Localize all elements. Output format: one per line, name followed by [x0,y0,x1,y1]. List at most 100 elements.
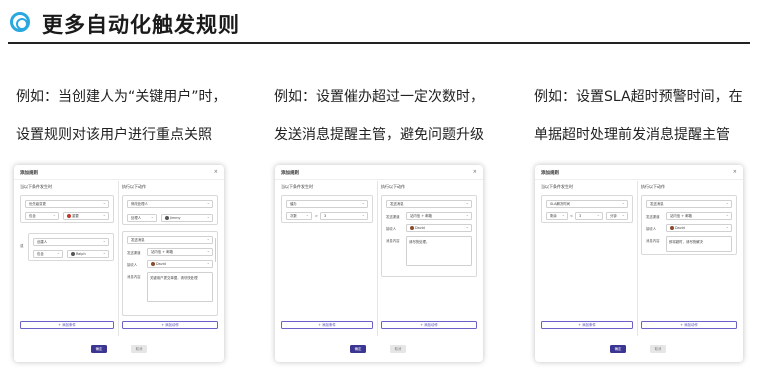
example-line: 单据超时处理前发消息提醒主管 [534,127,730,143]
example-line: 例如：当创建人为“关键用户”时， [16,89,227,105]
comparator: > [315,214,318,218]
cancel-button[interactable]: 取消 [390,345,406,353]
action-type-select[interactable]: 发送消息 [386,199,472,208]
condition-box: 优先级变更 包含 重要 [20,195,114,223]
example-text-3: 例如：设置SLA超时预警时间，在 单据超时处理前发消息提醒主管 [534,78,743,154]
example-line: 例如：设置SLA超时预警时间，在 [534,89,743,105]
add-action-button[interactable]: + 添加动作 [381,321,477,329]
divider [275,179,483,180]
action-type-select[interactable]: 发送消息 [646,199,732,208]
action-type-select[interactable]: 发送消息 [127,235,213,244]
condition-value-label: Ralph [76,252,86,256]
actions-label: 执行以下动作 [381,184,405,189]
add-action-button[interactable]: + 添加动作 [641,321,737,329]
condition-value-input[interactable]: 3 [575,211,603,220]
confirm-button[interactable]: 确定 [91,345,107,353]
header-divider [8,42,750,44]
add-condition-button[interactable]: + 添加条件 [20,321,114,329]
channel-label: 发送渠道 [127,251,141,255]
action-value-select[interactable]: Jimmy [161,213,213,222]
confirm-button[interactable]: 确定 [610,345,626,353]
condition-operator-select[interactable]: 包含 [33,249,63,258]
channel-select[interactable]: 站内信 + 邮箱 [666,211,732,220]
condition-operator-select[interactable]: 剩余 [546,211,568,220]
action-field-select[interactable]: 处理人 [127,213,157,222]
condition-operator-select[interactable]: 包含 [25,211,59,220]
message-content-textarea[interactable]: 关键用户提交单据，请尽快处理 [147,272,213,302]
cancel-button[interactable]: 取消 [650,345,666,353]
action-box: 发送消息 发送渠道 站内信 + 邮箱 接收人 David 消息内容 请尽快处理。 [381,195,477,277]
recipient-value: David [415,226,425,230]
divider [14,179,224,180]
example-line: 发送消息提醒主管，避免问题升级 [274,127,484,143]
rule-dialog-1: 添加规则 × 当以下条件发生时 执行以下动作 优先级变更 包含 重要 或 创建人… [14,165,224,362]
add-condition-button[interactable]: + 添加条件 [541,321,633,329]
circle-logo-icon [10,12,30,32]
cancel-button[interactable]: 取消 [131,345,147,353]
recipient-label: 接收人 [127,263,138,267]
condition-field-select[interactable]: 优先级变更 [25,199,109,208]
example-line: 例如：设置催办超过一定次数时， [274,89,484,105]
recipient-label: 接收人 [386,227,397,231]
dialog-title: 添加规则 [281,171,299,176]
divider [535,179,743,180]
condition-box: 催办 次数 > 3 [281,195,373,223]
recipient-value: David [675,226,685,230]
condition-value-select[interactable]: 重要 [63,211,109,220]
channel-select[interactable]: 站内信 + 邮箱 [147,247,213,256]
condition-field-select[interactable]: 催办 [286,199,368,208]
rule-dialog-2: 添加规则 × 当以下条件发生时 执行以下动作 催办 次数 > 3 发送消息 发送… [275,165,483,362]
actions-label: 执行以下动作 [641,184,665,189]
page-header: 更多自动化触发规则 [8,6,758,40]
rule-dialog-3: 添加规则 × 当以下条件发生时 执行以下动作 SLA解决时间 剩余 < 3 分钟… [535,165,743,362]
recipient-select[interactable]: David [666,223,732,232]
close-icon[interactable]: × [733,169,737,175]
action-box: 修改处理人 处理人 Jimmy [122,195,218,225]
close-icon[interactable]: × [214,169,218,175]
recipient-label: 接收人 [646,227,657,231]
add-condition-button[interactable]: + 添加条件 [281,321,373,329]
condition-value-select[interactable]: Ralph [67,249,109,258]
user-avatar [165,216,169,220]
channel-label: 发送渠道 [386,215,400,219]
content-label: 消息内容 [386,239,400,243]
or-label: 或 [20,244,24,248]
user-avatar [151,262,155,266]
add-action-button[interactable]: + 添加动作 [122,321,218,329]
actions-label: 执行以下动作 [122,184,146,189]
channel-select[interactable]: 站内信 + 邮箱 [406,211,472,220]
dialog-title: 添加规则 [20,171,38,176]
action-box: 发送消息 发送渠道 站内信 + 邮箱 接收人 David 消息内容 即将超时，请… [641,195,737,255]
close-icon[interactable]: × [473,169,477,175]
condition-box: 创建人 包含 Ralph [28,233,114,261]
condition-box: SLA解决时间 剩余 < 3 分钟 [541,195,633,223]
message-content-textarea[interactable]: 请尽快处理。 [406,236,472,266]
conditions-label: 当以下条件发生时 [541,184,573,189]
example-line: 设置规则对该用户进行重点关照 [16,127,212,143]
comparator: < [570,214,573,218]
column-divider [377,181,378,336]
condition-value-label: 重要 [72,214,79,218]
user-avatar [670,226,674,230]
content-label: 消息内容 [127,275,141,279]
condition-field-select[interactable]: 创建人 [33,237,109,246]
user-avatar [410,226,414,230]
example-text-1: 例如：当创建人为“关键用户”时， 设置规则对该用户进行重点关照 [16,78,227,154]
recipient-select[interactable]: David [147,259,213,268]
column-divider [118,181,119,336]
channel-label: 发送渠道 [646,215,660,219]
condition-value-input[interactable]: 3 [320,211,368,220]
priority-dot-icon [67,214,71,218]
condition-operator-select[interactable]: 次数 [286,211,312,220]
conditions-label: 当以下条件发生时 [20,184,52,189]
example-text-2: 例如：设置催办超过一定次数时， 发送消息提醒主管，避免问题升级 [274,78,484,154]
scrollbar[interactable] [214,238,216,262]
action-type-select[interactable]: 修改处理人 [127,199,213,208]
page-title: 更多自动化触发规则 [42,13,240,37]
message-content-textarea[interactable]: 即将超时，请尽快解决 [666,236,732,252]
recipient-value: David [156,262,166,266]
confirm-button[interactable]: 确定 [350,345,366,353]
recipient-select[interactable]: David [406,223,472,232]
condition-field-select[interactable]: SLA解决时间 [546,199,628,208]
time-unit-select[interactable]: 分钟 [606,211,628,220]
